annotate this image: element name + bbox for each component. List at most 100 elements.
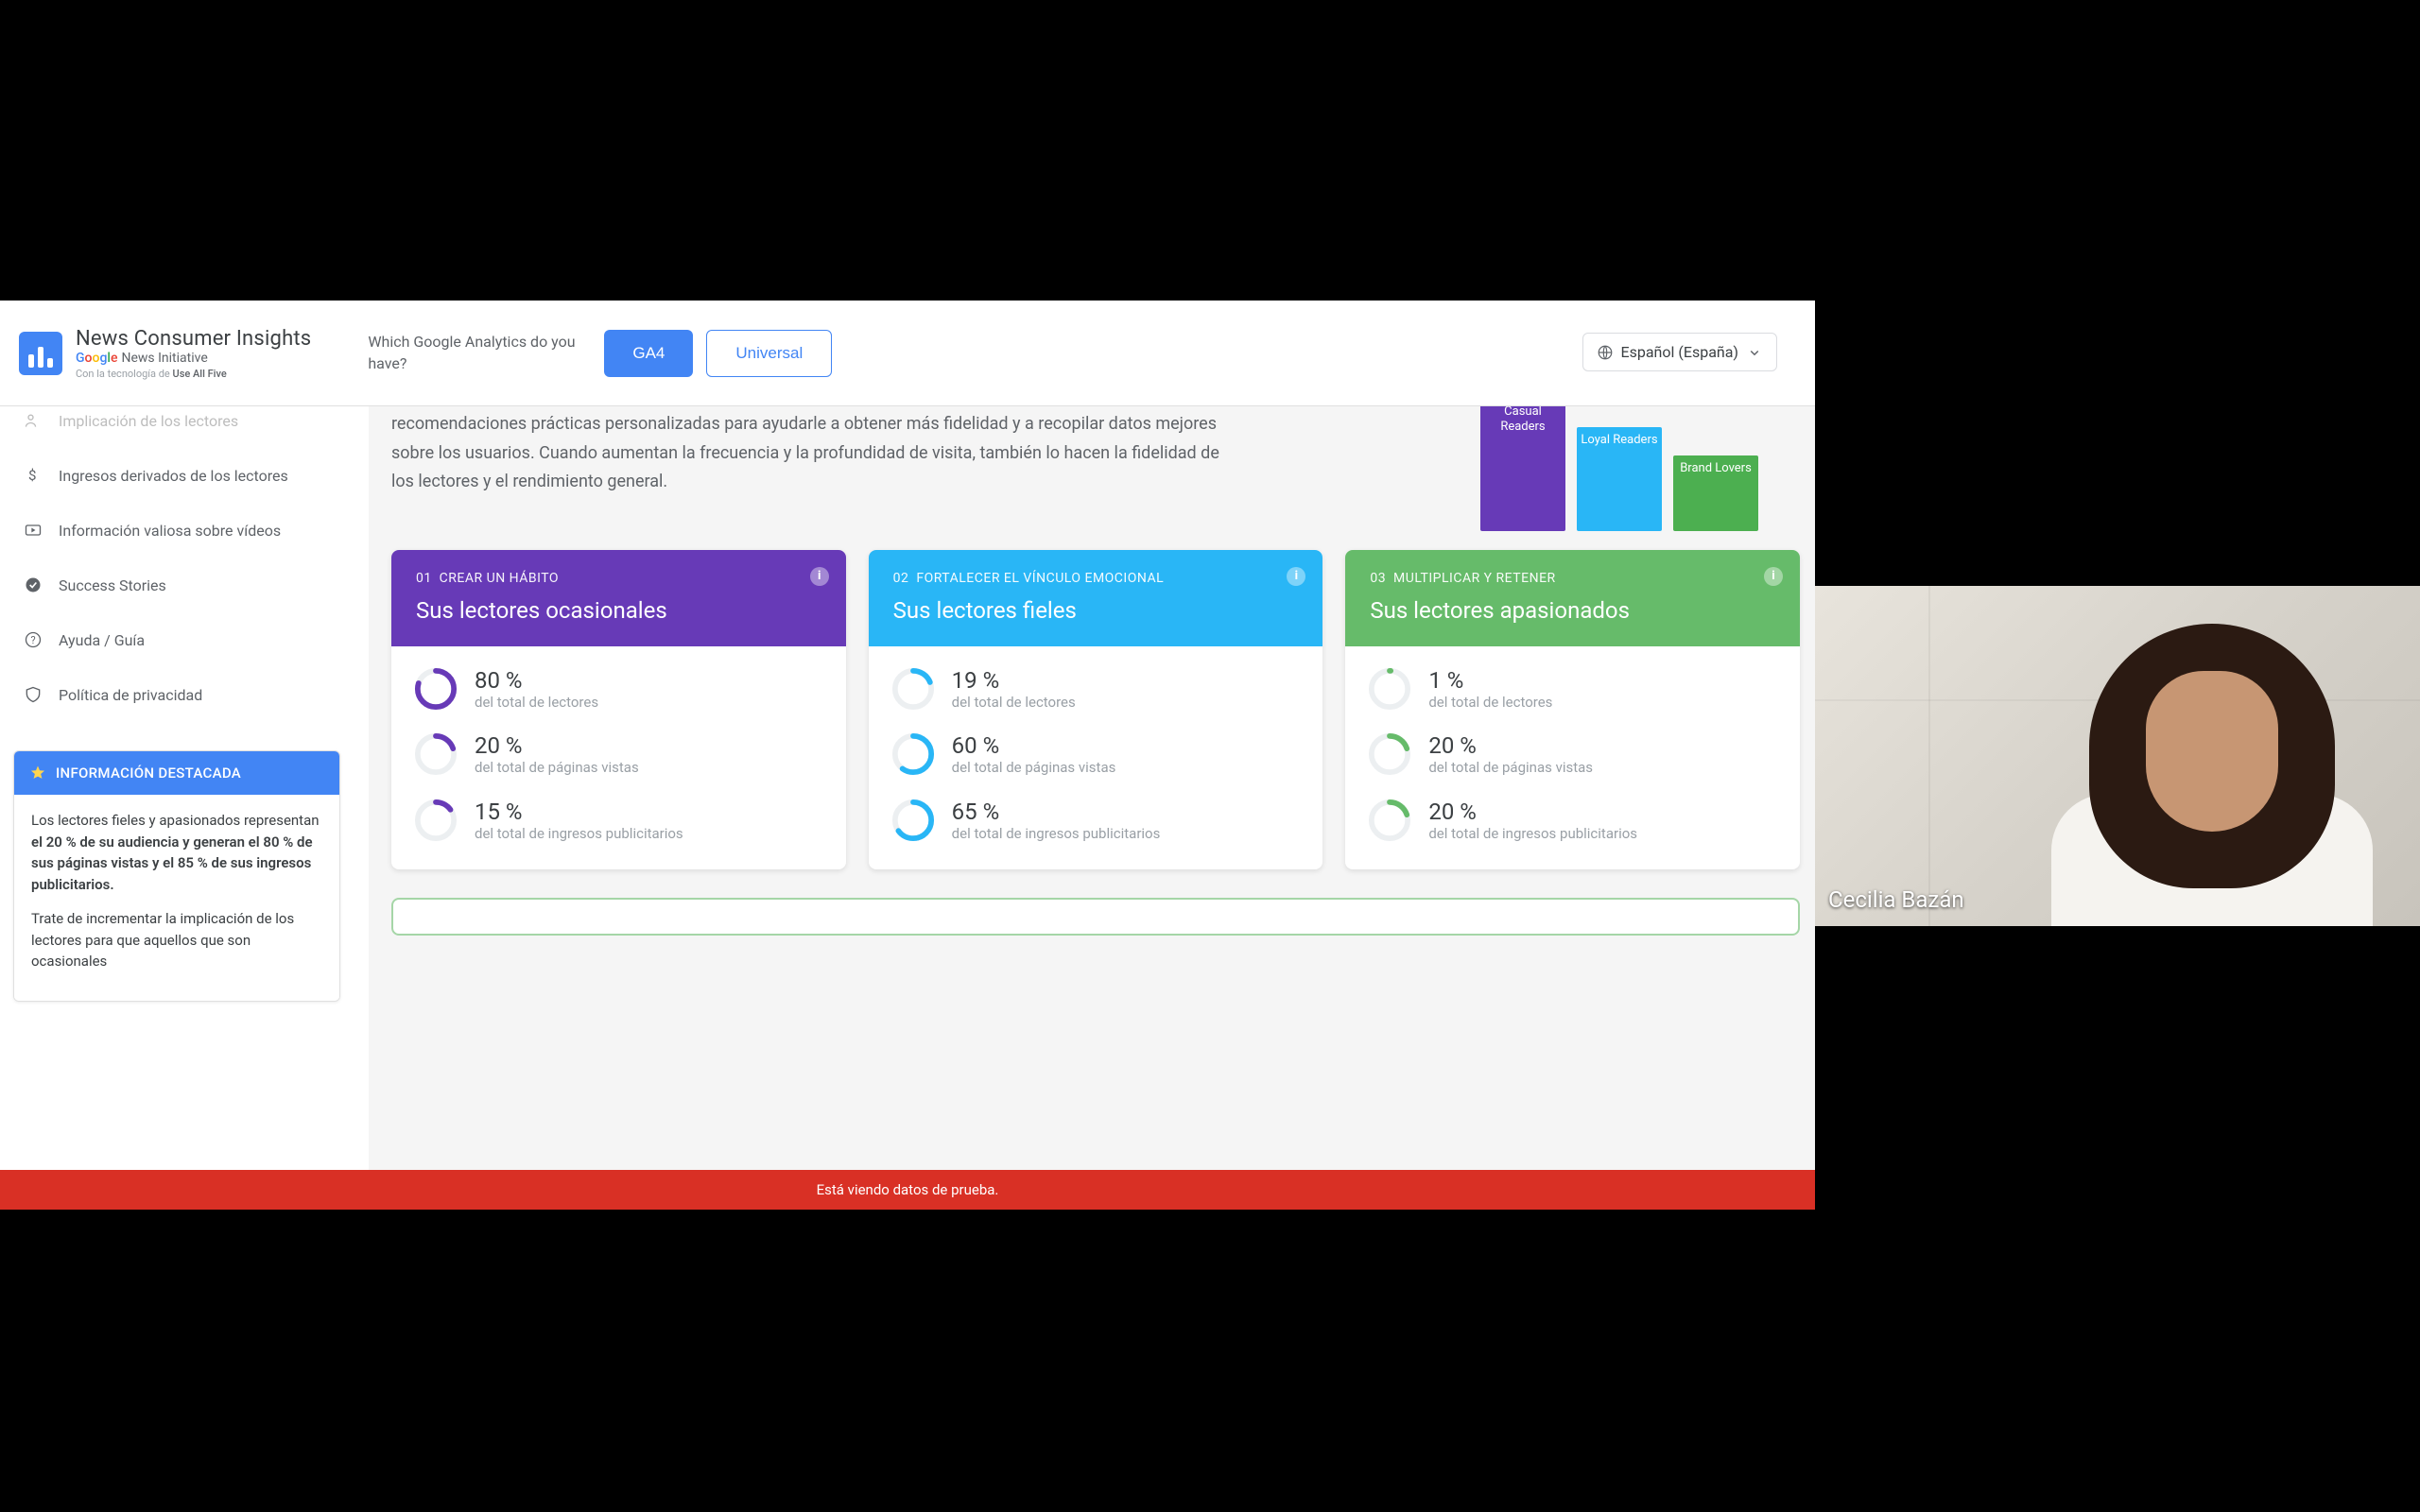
card-eyebrow: 02 FORTALECER EL VÍNCULO EMOCIONAL	[893, 571, 1299, 586]
sidebar: Implicación de los lectores $ Ingresos d…	[0, 406, 369, 1210]
ga-question: Which Google Analytics do you have?	[368, 332, 576, 374]
sidebar-item-help[interactable]: ? Ayuda / Guía	[0, 612, 354, 667]
funnel-chart: Casual Readers Loyal Readers Brand Lover…	[1480, 406, 1758, 531]
language-select[interactable]: Español (España)	[1582, 333, 1777, 371]
highlight-p1b: el 20 % de su audiencia y generan el 80 …	[31, 833, 313, 893]
highlight-title: INFORMACIÓN DESTACADA	[56, 765, 241, 782]
metric-sub: del total de lectores	[1428, 694, 1552, 713]
help-icon: ?	[23, 629, 43, 650]
card-eyebrow: 01 CREAR UN HÁBITO	[416, 571, 821, 586]
ga-buttons: GA4 Universal	[604, 330, 832, 377]
metric: 20 % del total de ingresos publicitarios	[1368, 799, 1777, 844]
funnel-casual: Casual Readers	[1480, 406, 1565, 531]
brand-footer: Con la tecnología de Use All Five	[76, 368, 311, 380]
metric-sub: del total de páginas vistas	[1428, 759, 1593, 778]
sidebar-label: Información valiosa sobre vídeos	[59, 522, 281, 540]
users-icon	[23, 410, 43, 431]
dollar-icon: $	[23, 465, 43, 486]
info-icon[interactable]: i	[810, 567, 829, 586]
metric: 19 % del total de lectores	[891, 667, 1301, 713]
metric-value: 20 %	[1428, 732, 1593, 759]
star-icon	[29, 765, 46, 782]
app-window: News Consumer Insights Google News Initi…	[0, 301, 1815, 1210]
metric-value: 60 %	[952, 732, 1116, 759]
card-title: Sus lectores ocasionales	[416, 597, 821, 624]
sidebar-item-video[interactable]: Información valiosa sobre vídeos	[0, 503, 354, 558]
card-body: 1 % del total de lectores 20 % del total…	[1345, 646, 1800, 870]
highlight-head: INFORMACIÓN DESTACADA	[14, 751, 339, 795]
body-row: Implicación de los lectores $ Ingresos d…	[0, 406, 1815, 1210]
highlight-p1a: Los lectores fieles y apasionados repres…	[31, 812, 320, 829]
brand-foot-bold: Use All Five	[173, 368, 227, 380]
product-logo	[19, 332, 62, 375]
metric-sub: del total de ingresos publicitarios	[1428, 825, 1637, 844]
sidebar-item-partial[interactable]: Implicación de los lectores	[0, 406, 354, 448]
universal-button[interactable]: Universal	[706, 330, 832, 377]
metric-sub: del total de lectores	[952, 694, 1076, 713]
metric-sub: del total de lectores	[475, 694, 598, 713]
metric: 20 % del total de páginas vistas	[1368, 732, 1777, 778]
check-circle-icon	[23, 575, 43, 595]
metric: 60 % del total de páginas vistas	[891, 732, 1301, 778]
metric-value: 1 %	[1428, 667, 1552, 694]
card-body: 80 % del total de lectores 20 % del tota…	[391, 646, 846, 870]
metric-sub: del total de ingresos publicitarios	[475, 825, 683, 844]
segment-card: 02 FORTALECER EL VÍNCULO EMOCIONAL Sus l…	[869, 550, 1323, 870]
brand-foot-prefix: Con la tecnología de	[76, 368, 173, 380]
brand-subtitle: Google News Initiative	[76, 351, 311, 366]
svg-text:?: ?	[31, 634, 36, 646]
webcam-overlay: Cecilia Bazán	[1815, 586, 2420, 926]
highlight-p2: Trate de incrementar la implicación de l…	[31, 908, 322, 972]
brand-block: News Consumer Insights Google News Initi…	[76, 327, 311, 380]
demo-banner: Está viendo datos de prueba.	[0, 1170, 1815, 1210]
highlight-body: Los lectores fieles y apasionados repres…	[14, 795, 339, 1001]
metric-value: 15 %	[475, 799, 683, 825]
topbar: News Consumer Insights Google News Initi…	[0, 301, 1815, 406]
video-icon	[23, 520, 43, 541]
segment-card: 03 MULTIPLICAR Y RETENER Sus lectores ap…	[1345, 550, 1800, 870]
metric-value: 65 %	[952, 799, 1161, 825]
shield-icon	[23, 684, 43, 705]
metric-sub: del total de páginas vistas	[952, 759, 1116, 778]
card-title: Sus lectores apasionados	[1370, 597, 1775, 624]
svg-text:$: $	[28, 467, 36, 484]
cards-row: 01 CREAR UN HÁBITO Sus lectores ocasiona…	[391, 550, 1800, 870]
metric-sub: del total de ingresos publicitarios	[952, 825, 1161, 844]
info-icon[interactable]: i	[1287, 567, 1305, 586]
language-label: Español (España)	[1621, 343, 1738, 361]
intro-text: recomendaciones prácticas personalizadas…	[391, 406, 1223, 497]
funnel-brand: Brand Lovers	[1673, 455, 1758, 531]
ga4-button[interactable]: GA4	[604, 330, 693, 377]
card-title: Sus lectores fieles	[893, 597, 1299, 624]
highlight-card: INFORMACIÓN DESTACADA Los lectores fiele…	[13, 750, 340, 1002]
metric-value: 19 %	[952, 667, 1076, 694]
metric-value: 20 %	[1428, 799, 1637, 825]
main-content: recomendaciones prácticas personalizadas…	[369, 406, 1815, 1210]
metric: 65 % del total de ingresos publicitarios	[891, 799, 1301, 844]
chevron-down-icon	[1746, 344, 1763, 361]
sidebar-item-privacy[interactable]: Política de privacidad	[0, 667, 354, 722]
sidebar-item-revenue[interactable]: $ Ingresos derivados de los lectores	[0, 448, 354, 503]
metric-value: 20 %	[475, 732, 639, 759]
sidebar-label: Success Stories	[59, 576, 166, 594]
funnel-loyal: Loyal Readers	[1577, 427, 1662, 531]
brand-title: News Consumer Insights	[76, 327, 311, 351]
card-head: 01 CREAR UN HÁBITO Sus lectores ocasiona…	[391, 550, 846, 646]
metric: 20 % del total de páginas vistas	[414, 732, 823, 778]
sidebar-item-success[interactable]: Success Stories	[0, 558, 354, 612]
sidebar-label: Política de privacidad	[59, 686, 202, 704]
brand-sub-text: News Initiative	[121, 351, 207, 366]
bottom-panel	[391, 898, 1800, 936]
metric-value: 80 %	[475, 667, 598, 694]
sidebar-label: Ingresos derivados de los lectores	[59, 467, 288, 485]
presenter-figure	[2042, 614, 2382, 926]
card-head: 02 FORTALECER EL VÍNCULO EMOCIONAL Sus l…	[869, 550, 1323, 646]
metric: 1 % del total de lectores	[1368, 667, 1777, 713]
metric-sub: del total de páginas vistas	[475, 759, 639, 778]
globe-icon	[1597, 344, 1614, 361]
sidebar-label: Ayuda / Guía	[59, 631, 145, 649]
sidebar-label: Implicación de los lectores	[59, 412, 238, 430]
info-icon[interactable]: i	[1764, 567, 1783, 586]
card-eyebrow: 03 MULTIPLICAR Y RETENER	[1370, 571, 1775, 586]
metric: 15 % del total de ingresos publicitarios	[414, 799, 823, 844]
